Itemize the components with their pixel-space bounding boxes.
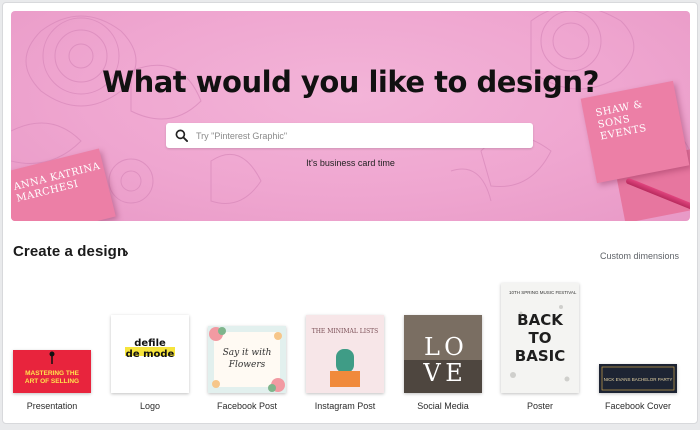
poster-thumb-text-1: BACK — [517, 311, 564, 329]
fb-thumb-text-2: Flowers — [228, 360, 266, 370]
fb-thumb-text-1: Say it with — [223, 348, 272, 358]
social-thumb-text-2: O — [444, 333, 464, 361]
presentation-art: MASTERING THE ART OF SELLING — [25, 351, 80, 385]
ig-thumb-text: THE MINIMAL LISTS — [312, 328, 379, 335]
logo-thumbnail[interactable]: defile de mode — [111, 315, 189, 393]
poster-label[interactable]: Poster — [490, 401, 590, 411]
cover-thumb-text: NICK EVANS BACHELOR PARTY — [604, 377, 673, 382]
poster-thumbnail[interactable]: 10TH SPRING MUSIC FESTIVAL BACK TO BASIC — [501, 283, 579, 393]
presentation-thumbnail[interactable]: MASTERING THE ART OF SELLING — [13, 350, 91, 393]
instagram-post-thumbnail[interactable]: THE MINIMAL LISTS — [306, 315, 384, 393]
facebook-post-label[interactable]: Facebook Post — [197, 401, 297, 411]
instagram-post-label[interactable]: Instagram Post — [295, 401, 395, 411]
poster-art: 10TH SPRING MUSIC FESTIVAL BACK TO BASIC — [509, 290, 577, 382]
social-media-thumbnail[interactable]: L O V E — [404, 315, 482, 393]
hero-title: What would you like to design? — [102, 65, 599, 99]
hero-banner: ANNA KATRINA MARCHESI SHAW & SONS EVENTS… — [11, 11, 690, 221]
facebook-cover-art: NICK EVANS BACHELOR PARTY — [601, 366, 675, 391]
app-frame: ANNA KATRINA MARCHESI SHAW & SONS EVENTS… — [2, 2, 698, 424]
custom-dimensions-link[interactable]: Custom dimensions — [600, 251, 679, 261]
poster-thumb-header: 10TH SPRING MUSIC FESTIVAL — [509, 290, 577, 295]
instagram-post-art: THE MINIMAL LISTS — [312, 328, 379, 387]
search-input[interactable] — [196, 126, 516, 145]
facebook-cover-label[interactable]: Facebook Cover — [588, 401, 688, 411]
logo-art: defile de mode — [125, 338, 175, 360]
chevron-right-icon[interactable]: › — [124, 244, 129, 260]
logo-label[interactable]: Logo — [100, 401, 200, 411]
facebook-post-thumbnail[interactable]: Say it with Flowers — [208, 326, 286, 393]
logo-thumb-text-2: de mode — [126, 349, 175, 360]
social-thumb-text-1: L — [424, 333, 440, 361]
search-icon[interactable] — [175, 129, 188, 142]
social-media-label[interactable]: Social Media — [393, 401, 493, 411]
social-media-art: L O V E — [404, 315, 482, 393]
search-box[interactable] — [166, 123, 533, 148]
presentation-thumb-text-2: ART OF SELLING — [25, 378, 79, 385]
hero-hint: It's business card time — [306, 158, 395, 168]
social-thumb-text-4: E — [445, 359, 463, 387]
facebook-post-art: Say it with Flowers — [209, 327, 285, 392]
presentation-label[interactable]: Presentation — [3, 401, 102, 411]
social-thumb-text-3: V — [422, 359, 441, 387]
poster-thumb-text-3: BASIC — [515, 347, 565, 365]
create-design-title[interactable]: Create a design — [13, 243, 126, 260]
presentation-thumb-text-1: MASTERING THE — [25, 370, 79, 377]
logo-thumb-text-1: defile — [134, 338, 166, 349]
poster-thumb-text-2: TO — [529, 329, 552, 347]
facebook-cover-thumbnail[interactable]: NICK EVANS BACHELOR PARTY — [599, 364, 677, 393]
